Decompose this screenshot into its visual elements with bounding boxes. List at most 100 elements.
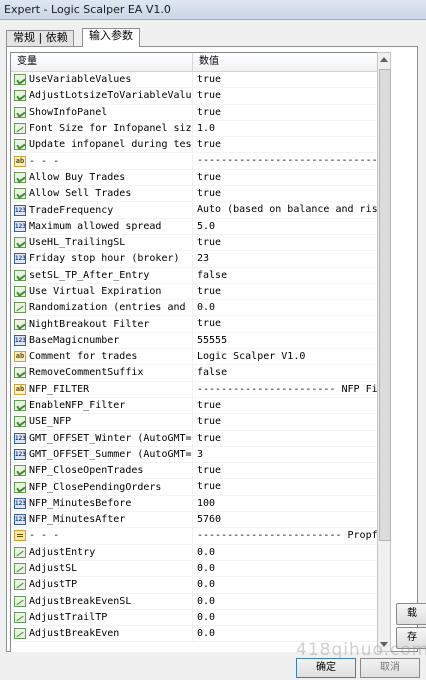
param-value[interactable]: 0.0	[193, 594, 378, 609]
param-row[interactable]: NFP_ClosePendingOrders true	[11, 479, 378, 496]
cancel-button[interactable]: 取消	[360, 658, 420, 678]
param-row[interactable]: AdjustBreakEvenSL 0.0	[11, 593, 378, 610]
param-row[interactable]: AdjustTrailTP 0.0	[11, 609, 378, 627]
param-value[interactable]: true	[193, 235, 378, 250]
param-value[interactable]: ------------------------ Propfirm	[193, 528, 378, 543]
param-row[interactable]: Randomization (entries and ex...0.0	[11, 300, 378, 317]
param-value[interactable]: 5.0	[193, 219, 378, 234]
ok-button[interactable]: 确定	[296, 658, 356, 678]
double-param-icon	[14, 563, 26, 575]
param-name: USE_NFP	[29, 416, 72, 428]
param-value[interactable]: true	[193, 316, 378, 331]
param-value[interactable]: 23	[193, 251, 378, 266]
param-row[interactable]: NightBreakout Filter true	[11, 316, 378, 333]
vertical-scrollbar[interactable]	[377, 52, 391, 652]
param-value[interactable]: 0.0	[193, 577, 378, 592]
param-value[interactable]: true	[193, 398, 378, 413]
param-value[interactable]: ----------------------- NFP Filt...	[193, 382, 378, 397]
param-row[interactable]: AdjustLotsizeToVariableValues true	[11, 88, 378, 105]
param-value[interactable]: 55555	[193, 333, 378, 348]
param-row[interactable]: Use Virtual Expiration true	[11, 283, 378, 301]
param-row[interactable]: NFP_MinutesAfter 5760	[11, 512, 378, 529]
param-name: UseHL_TrailingSL	[29, 237, 126, 249]
integer-param-icon	[14, 253, 26, 265]
param-name-cell: NightBreakout Filter	[11, 316, 193, 332]
param-value[interactable]: false	[193, 365, 378, 380]
param-row[interactable]: Font Size for Infopanel size 1.0	[11, 120, 378, 138]
param-row[interactable]: UseVariableValues true	[11, 72, 378, 89]
param-value[interactable]: true	[193, 137, 378, 152]
param-row[interactable]: NFP_CloseOpenTrades true	[11, 463, 378, 480]
param-row[interactable]: GMT_OFFSET_Summer (AutoGMT=3	[11, 446, 378, 464]
param-row[interactable]: ShowInfoPanel true	[11, 104, 378, 121]
param-value[interactable]: 0.0	[193, 300, 378, 315]
param-value[interactable]: true	[193, 88, 378, 103]
param-row[interactable]: AdjustEntry 0.0	[11, 544, 378, 561]
param-row[interactable]: setSL_TP_After_Entry false	[11, 267, 378, 284]
param-row[interactable]: Update infopanel during testingtrue	[11, 137, 378, 154]
param-row[interactable]: Comment for trades Logic Scalper V1.0	[11, 349, 378, 366]
load-button[interactable]: 载	[396, 603, 426, 625]
param-row[interactable]: GMT_OFFSET_Winter (AutoGMT=6xtrue	[11, 430, 378, 447]
param-name-cell: Allow Buy Trades	[11, 169, 193, 186]
param-row[interactable]: RemoveCommentSuffix false	[11, 365, 378, 382]
param-row[interactable]: NFP_FILTER ----------------------- NFP Fi…	[11, 381, 378, 398]
param-name-cell: Randomization (entries and ex...	[11, 300, 193, 316]
column-header-value[interactable]: 数值	[193, 53, 378, 71]
tab-inputs[interactable]: 输入参数	[82, 28, 140, 47]
param-value[interactable]: Logic Scalper V1.0	[193, 349, 378, 364]
param-value[interactable]: true	[193, 431, 378, 446]
param-name-cell: AdjustEntry	[11, 544, 193, 560]
param-row[interactable]: AdjustSL 0.0	[11, 560, 378, 578]
param-name-cell: - - -	[11, 528, 193, 544]
param-value[interactable]: 0.0	[193, 545, 378, 560]
param-row[interactable]: Allow Buy Trades true	[11, 169, 378, 187]
param-value[interactable]: true	[193, 284, 378, 299]
param-name-cell: UseHL_TrailingSL	[11, 234, 193, 251]
integer-param-icon	[14, 334, 26, 346]
param-value[interactable]: true	[193, 72, 378, 87]
param-row[interactable]: BaseMagicnumber 55555	[11, 332, 378, 350]
param-name: Allow Buy Trades	[29, 171, 126, 183]
param-value[interactable]: true	[193, 170, 378, 185]
param-value[interactable]: false	[193, 268, 378, 283]
param-row[interactable]: NFP_MinutesBefore 100	[11, 495, 378, 513]
column-header-variable[interactable]: 变量	[11, 53, 193, 71]
param-name: Update infopanel during testing	[29, 139, 192, 151]
param-row[interactable]: - - - -----------------------------------…	[11, 153, 378, 170]
param-name: Allow Sell Trades	[29, 188, 132, 200]
param-value[interactable]: 3	[193, 447, 378, 462]
scroll-thumb[interactable]	[379, 69, 391, 541]
param-value[interactable]: 0.0	[193, 610, 378, 625]
param-value[interactable]: Auto (based on balance and risk)	[193, 202, 378, 217]
param-value[interactable]: --------------------------------------	[193, 153, 378, 168]
param-value[interactable]: true	[193, 479, 378, 494]
param-value[interactable]: true	[193, 105, 378, 120]
param-value[interactable]: true	[193, 186, 378, 201]
param-name: AdjustBreakEven	[29, 628, 120, 640]
param-value[interactable]: 1.0	[193, 121, 378, 136]
bool-param-icon	[14, 286, 26, 297]
param-value[interactable]: 5760	[193, 512, 378, 527]
param-value[interactable]: true	[193, 463, 378, 478]
integer-param-icon	[14, 514, 26, 526]
param-value[interactable]: 100	[193, 496, 378, 511]
param-name: Comment for trades	[29, 351, 138, 363]
param-row[interactable]: Maximum allowed spread 5.0	[11, 218, 378, 235]
param-row[interactable]: USE_NFP true	[11, 414, 378, 431]
param-value[interactable]: true	[193, 414, 378, 429]
param-name: GMT_OFFSET_Summer (AutoGMT=	[29, 448, 192, 460]
param-row[interactable]: AdjustTP 0.0	[11, 577, 378, 594]
tab-common[interactable]: 常规 | 依赖	[6, 30, 74, 46]
param-name: - - -	[29, 530, 60, 542]
param-row[interactable]: Friday stop hour (broker) 23	[11, 251, 378, 268]
param-row[interactable]: TradeFrequency Auto (based on balance and…	[11, 202, 378, 219]
param-row[interactable]: UseHL_TrailingSL true	[11, 234, 378, 252]
param-row[interactable]: Allow Sell Trades true	[11, 186, 378, 203]
param-name: Maximum allowed spread	[29, 220, 162, 232]
bool-param-icon	[14, 74, 26, 86]
param-row[interactable]: - - - ------------------------ Propfirm	[11, 528, 378, 545]
param-value[interactable]: 0.0	[193, 561, 378, 576]
param-row[interactable]: EnableNFP_Filter true	[11, 397, 378, 415]
scroll-up-icon[interactable]	[380, 57, 388, 62]
